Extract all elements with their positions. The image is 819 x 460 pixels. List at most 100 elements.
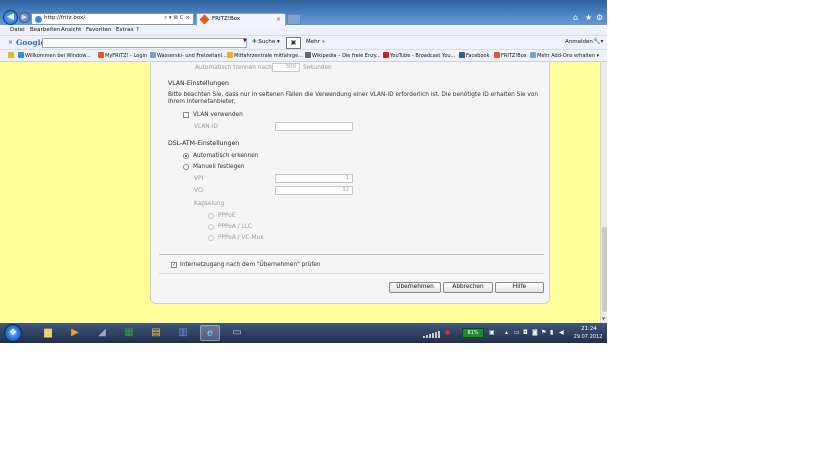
folder-taskbar-icon[interactable]: ▤	[146, 325, 166, 341]
signal-strength-icon[interactable]	[423, 331, 441, 338]
menu-bearbeiten[interactable]: Bearbeiten	[30, 27, 60, 33]
fav-label: Wikipedia – Die freie Enzy...	[312, 53, 381, 59]
home-icon[interactable]: ⌂	[573, 13, 578, 22]
menu-ansicht[interactable]: Ansicht	[61, 27, 81, 33]
menu-datei[interactable]: Datei	[10, 27, 25, 33]
start-button[interactable]: ❖	[4, 324, 22, 342]
manual-radio[interactable]	[183, 164, 189, 170]
back-button[interactable]: ◀	[3, 10, 18, 25]
tab-close-icon[interactable]: ×	[276, 16, 281, 23]
tray-app-icon[interactable]: ▣	[489, 329, 495, 336]
volume-icon[interactable]: ◀	[559, 329, 564, 336]
vlan-use-label: VLAN verwenden	[193, 112, 243, 118]
favorites-star-icon	[8, 52, 15, 59]
vpi-input[interactable]: 1	[275, 174, 353, 183]
windows-taskbar: ❖ ▆ ▶ ◢ ▦ ▤ ▥ e ▭ ● 81% ▣ ▴ ▭ ◘ ◙ ⚑ ▮ ◀ …	[0, 323, 607, 343]
system-tray: ● 81% ▣ ▴ ▭ ◘ ◙ ⚑ ▮ ◀ 21:24 29.07.2012	[415, 324, 607, 342]
tray-flag-icon[interactable]: ⚑	[541, 329, 546, 336]
pppoa-vcmux-radio[interactable]	[208, 235, 214, 241]
check-internet-checkbox[interactable]: ✓	[171, 262, 177, 268]
help-button[interactable]: Hilfe	[495, 282, 544, 293]
clock-date[interactable]: 29.07.2012	[571, 334, 605, 340]
network-taskbar-icon[interactable]: ▭	[227, 325, 247, 341]
alert-icon[interactable]: ●	[445, 329, 450, 336]
page-scrollbar[interactable]: ▼	[600, 62, 607, 323]
tray-arrow-icon[interactable]: ▴	[505, 329, 508, 336]
check-internet-label: Internetzugang nach dem "Übernehmen" prü…	[180, 262, 321, 268]
fav-item-7[interactable]: FRITZ!Box	[494, 52, 527, 59]
pppoa-llc-radio[interactable]	[208, 224, 214, 230]
tray-monitor-icon[interactable]: ▭	[514, 329, 520, 336]
vci-label: VCI	[194, 188, 204, 194]
pppoa-llc-label: PPPoA / LLC	[218, 224, 252, 230]
ie-icon: e	[207, 328, 213, 339]
section-divider	[159, 254, 544, 255]
apply-button[interactable]: Übernehmen	[389, 282, 441, 293]
chevron-down-icon[interactable]: ▼	[243, 38, 247, 44]
settings-panel: Automatisch trennen nach 300 Sekunden VL…	[150, 62, 550, 304]
windows-logo-icon: ❖	[9, 328, 18, 338]
fav-item-2[interactable]: Wasserski- und Freizeitanl...	[150, 52, 227, 59]
vlan-note-line2: Ihrem Internetanbieter.	[168, 99, 236, 105]
browser-titlebar: ◀ ▶ http://fritz.box/ ⌕ ▾ ⊠ C × FRITZ!Bo…	[0, 0, 607, 26]
google-logo: Google	[16, 38, 46, 47]
fav-item-0[interactable]: Willkommen bei Window...	[18, 52, 91, 59]
app-taskbar-icon[interactable]: ◢	[92, 325, 112, 341]
ie-taskbar-icon[interactable]: e	[200, 325, 220, 341]
fav-item-1[interactable]: MyFRITZ! - Login	[98, 52, 147, 59]
scrollbar-thumb[interactable]	[602, 227, 607, 312]
vlan-use-checkbox[interactable]	[183, 112, 189, 118]
fav-item-4[interactable]: Wikipedia – Die freie Enzy...	[305, 52, 381, 59]
explorer-taskbar-icon[interactable]: ▆	[38, 325, 58, 341]
word-taskbar-icon[interactable]: ▥	[173, 325, 193, 341]
favorites-star-icon[interactable]: ★	[585, 13, 592, 22]
fav-item-3[interactable]: Mitfahrzentrale mitfahrge...	[227, 52, 303, 59]
fav-icon	[98, 52, 104, 58]
toolbar-close-icon[interactable]: ×	[8, 39, 13, 46]
wrench-icon[interactable]: 🔧▾	[593, 38, 603, 45]
google-toolbar: × Google ▼ ✚ Suche ▾ ▣ Mehr » Anmelden 🔧…	[0, 36, 607, 50]
excel-taskbar-icon[interactable]: ▦	[119, 325, 139, 341]
media-player-taskbar-icon[interactable]: ▶	[65, 325, 85, 341]
tray-network-icon[interactable]: ◙	[532, 329, 538, 336]
google-search-button[interactable]: ✚ Suche ▾	[252, 39, 280, 45]
menu-favoriten[interactable]: Favoriten	[86, 27, 111, 33]
fav-icon	[18, 52, 24, 58]
tab-title: FRITZ!Box	[212, 16, 241, 22]
toolbar-popup-icon[interactable]: ▣	[286, 37, 301, 49]
scroll-down-icon[interactable]: ▼	[602, 316, 605, 321]
menu-extras[interactable]: Extras	[116, 27, 133, 33]
tray-shield-icon[interactable]: ◘	[523, 329, 528, 336]
auto-detect-radio[interactable]	[183, 153, 189, 159]
fav-item-5[interactable]: YouTube - Broadcast You...	[383, 52, 455, 59]
pppoe-radio[interactable]	[208, 213, 214, 219]
auto-disconnect-input[interactable]: 300	[272, 63, 300, 72]
vlan-note-line1: Bitte beachten Sie, dass nur in seltenen…	[168, 92, 539, 98]
vlan-id-input[interactable]	[275, 122, 353, 131]
pppoe-label: PPPoE	[218, 213, 236, 219]
address-tools-icons[interactable]: ⌕ ▾ ⊠ C ×	[164, 15, 190, 22]
tools-gear-icon[interactable]: ⚙	[596, 13, 603, 22]
fav-item-6[interactable]: Facebook	[459, 52, 490, 59]
google-search-input[interactable]	[42, 38, 247, 48]
address-bar[interactable]: http://fritz.box/ ⌕ ▾ ⊠ C ×	[31, 13, 194, 25]
clock-time[interactable]: 21:24	[575, 326, 603, 332]
tray-power-icon[interactable]: ▮	[550, 329, 553, 336]
encapsulation-label: Kapselung	[194, 201, 225, 207]
fav-label: Facebook	[466, 53, 490, 59]
login-link[interactable]: Anmelden	[565, 39, 593, 45]
cancel-button[interactable]: Abbrechen	[443, 282, 493, 293]
new-tab-button[interactable]	[287, 14, 301, 25]
folder-icon: ▤	[151, 327, 161, 338]
forward-button[interactable]: ▶	[19, 12, 30, 23]
favorites-bar: Willkommen bei Window... MyFRITZ! - Logi…	[0, 50, 607, 62]
menu-help[interactable]: ?	[136, 27, 139, 33]
battery-indicator[interactable]: 81%	[462, 328, 484, 338]
more-button[interactable]: Mehr »	[306, 39, 325, 45]
vci-input[interactable]: 32	[275, 186, 353, 195]
fav-label: Mehr Add-Ons erhalten	[537, 53, 595, 59]
fav-item-8[interactable]: Mehr Add-Ons erhalten ▾	[530, 52, 599, 59]
folder-icon: ▆	[44, 327, 52, 338]
manual-label: Manuell festlegen	[193, 164, 245, 170]
tab-fritzbox[interactable]: FRITZ!Box ×	[196, 13, 286, 26]
